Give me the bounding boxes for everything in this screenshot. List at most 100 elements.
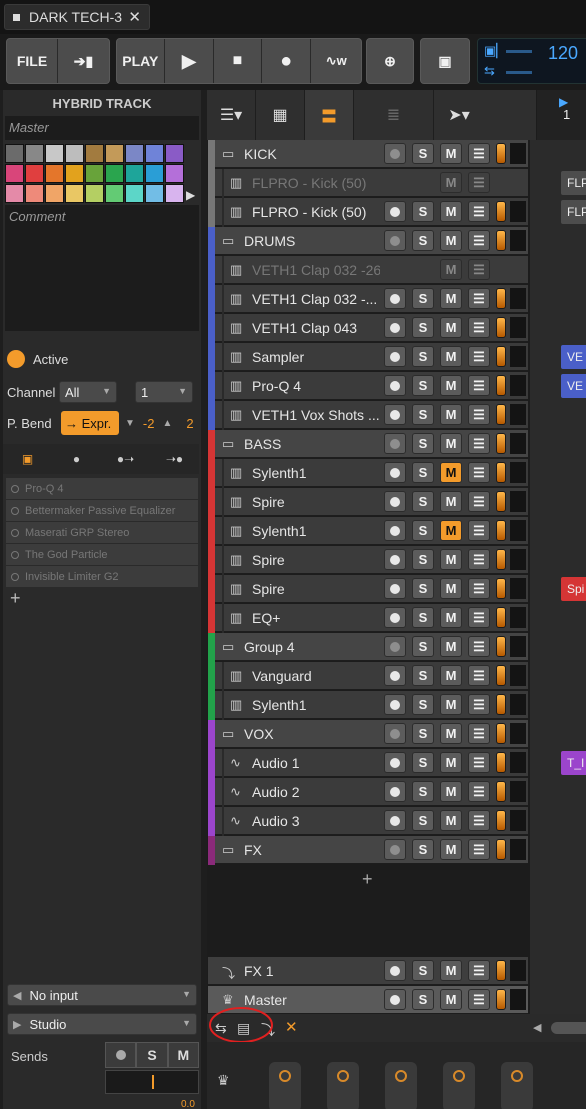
record-arm-button[interactable] xyxy=(384,578,406,599)
mute-button[interactable]: M xyxy=(440,346,462,367)
solo-button[interactable]: S xyxy=(412,462,434,483)
solo-button[interactable]: S xyxy=(412,143,434,164)
file-button[interactable]: FILE xyxy=(7,39,59,83)
mute-button[interactable]: M xyxy=(440,781,462,802)
record-arm-button[interactable] xyxy=(384,375,406,396)
color-swatch[interactable] xyxy=(5,184,24,203)
solo-button[interactable]: S xyxy=(412,960,434,981)
clip[interactable]: Spi xyxy=(561,577,586,601)
device-item[interactable]: The God Particle xyxy=(6,544,198,565)
record-arm-button[interactable] xyxy=(384,317,406,338)
mute-button[interactable]: M xyxy=(440,549,462,570)
color-swatch[interactable] xyxy=(45,164,64,183)
device-item[interactable]: Maserati GRP Stereo xyxy=(6,522,198,543)
solo-button[interactable]: S xyxy=(412,810,434,831)
track-menu-icon[interactable]: ☰ xyxy=(468,636,490,657)
record-arm-button[interactable] xyxy=(384,288,406,309)
color-swatch[interactable] xyxy=(125,184,144,203)
device-power-icon[interactable] xyxy=(11,572,19,581)
mute-button[interactable]: M xyxy=(440,201,462,222)
record-arm-button[interactable] xyxy=(384,694,406,715)
track-menu-icon[interactable]: ☰ xyxy=(468,549,490,570)
color-swatch[interactable] xyxy=(5,144,24,163)
pan-knob-icon[interactable] xyxy=(279,1070,291,1082)
color-swatch[interactable] xyxy=(165,144,184,163)
track-menu-icon[interactable]: ☰ xyxy=(468,375,490,396)
solo-button[interactable]: S xyxy=(412,578,434,599)
mute-button[interactable]: M xyxy=(440,752,462,773)
pan-knob-icon[interactable] xyxy=(337,1070,349,1082)
track-menu-icon[interactable]: ☰ xyxy=(468,201,490,222)
track-menu-icon[interactable]: ☰ xyxy=(468,810,490,831)
record-arm-button[interactable] xyxy=(384,201,406,222)
color-swatch[interactable] xyxy=(145,164,164,183)
clip[interactable]: FLP xyxy=(561,200,586,224)
output-select[interactable]: ▶ Studio ▼ xyxy=(7,1013,197,1035)
track-menu-icon[interactable]: ☰ xyxy=(468,578,490,599)
mixer-slot[interactable] xyxy=(443,1062,475,1109)
track-row[interactable]: ▥ VETH1 Clap 032 -26ms M ☰ xyxy=(208,256,528,285)
track-row[interactable]: ▭ DRUMS S M ☰ xyxy=(208,227,528,256)
track-row[interactable]: ▭ VOX S M ☰ xyxy=(208,720,528,749)
track-menu-icon[interactable]: ☰ xyxy=(468,989,490,1010)
solo-button[interactable]: S xyxy=(412,781,434,802)
input-select[interactable]: ◀ No input ▼ xyxy=(7,984,197,1006)
color-swatch[interactable] xyxy=(105,144,124,163)
sends-record-icon[interactable] xyxy=(105,1042,137,1068)
solo-button[interactable]: S xyxy=(412,346,434,367)
solo-button[interactable]: S xyxy=(412,375,434,396)
clip[interactable]: T_I xyxy=(561,751,586,775)
track-menu-icon[interactable]: ☰ xyxy=(468,665,490,686)
record-arm-button[interactable] xyxy=(384,520,406,541)
color-swatch[interactable] xyxy=(145,144,164,163)
mute-button[interactable]: M xyxy=(440,375,462,396)
clip[interactable]: VE xyxy=(561,374,586,398)
comment-field[interactable]: Comment xyxy=(5,205,199,331)
mute-button[interactable]: M xyxy=(440,989,462,1010)
stack-icon[interactable]: ≣ xyxy=(354,90,434,140)
color-swatch[interactable] xyxy=(25,164,44,183)
color-swatch[interactable] xyxy=(5,164,24,183)
track-menu-icon[interactable]: ☰ xyxy=(468,230,490,251)
solo-button[interactable]: S xyxy=(412,989,434,1010)
record-arm-button[interactable] xyxy=(384,752,406,773)
track-row[interactable]: ▭ Group 4 S M ☰ xyxy=(208,633,528,662)
solo-button[interactable]: S xyxy=(412,433,434,454)
track-menu-icon[interactable]: ☰ xyxy=(468,346,490,367)
color-swatch[interactable] xyxy=(25,144,44,163)
track-menu-icon[interactable]: ☰ xyxy=(468,491,490,512)
record-arm-button[interactable] xyxy=(384,143,406,164)
device-power-icon[interactable] xyxy=(11,506,19,515)
active-row[interactable]: Active xyxy=(3,346,199,372)
scroll-left-icon[interactable]: ◀ xyxy=(533,1021,541,1034)
color-swatch[interactable] xyxy=(125,164,144,183)
mute-button[interactable]: M xyxy=(440,230,462,251)
solo-button[interactable]: S xyxy=(412,723,434,744)
track-row[interactable]: ▥ Pro-Q 4 S M ☰ xyxy=(208,372,528,401)
record-arm-button[interactable] xyxy=(384,839,406,860)
add-track-plus-icon[interactable]: + xyxy=(362,869,373,890)
solo-button[interactable]: S xyxy=(412,636,434,657)
track-menu-icon[interactable]: ☰ xyxy=(468,143,490,164)
mute-button[interactable]: M xyxy=(440,143,462,164)
layout-icon[interactable]: ▣ xyxy=(421,39,469,83)
pitch-bend-down-value[interactable]: -2 xyxy=(143,416,155,431)
solo-button[interactable]: S xyxy=(412,520,434,541)
color-swatch[interactable] xyxy=(85,164,104,183)
mute-button[interactable]: M xyxy=(440,288,462,309)
record-arm-button[interactable] xyxy=(384,607,406,628)
tab-pre-fx-icon[interactable]: ●➝ xyxy=(101,444,150,474)
mute-button[interactable]: M xyxy=(440,317,462,338)
device-item[interactable]: Invisible Limiter G2 xyxy=(6,566,198,587)
track-menu-icon[interactable]: ☰ xyxy=(468,172,490,193)
track-row[interactable]: ▥ Spire S M ☰ xyxy=(208,546,528,575)
sends-mute-button[interactable]: M xyxy=(167,1042,199,1068)
pan-knob-icon[interactable] xyxy=(453,1070,465,1082)
send-fader-handle[interactable] xyxy=(152,1075,154,1089)
track-menu-icon[interactable]: ☰ xyxy=(468,607,490,628)
record-arm-button[interactable] xyxy=(384,665,406,686)
track-row[interactable]: ∿ Audio 3 S M ☰ xyxy=(208,807,528,836)
mute-button[interactable]: M xyxy=(440,433,462,454)
device-power-icon[interactable] xyxy=(11,484,19,493)
device-power-icon[interactable] xyxy=(11,528,19,537)
